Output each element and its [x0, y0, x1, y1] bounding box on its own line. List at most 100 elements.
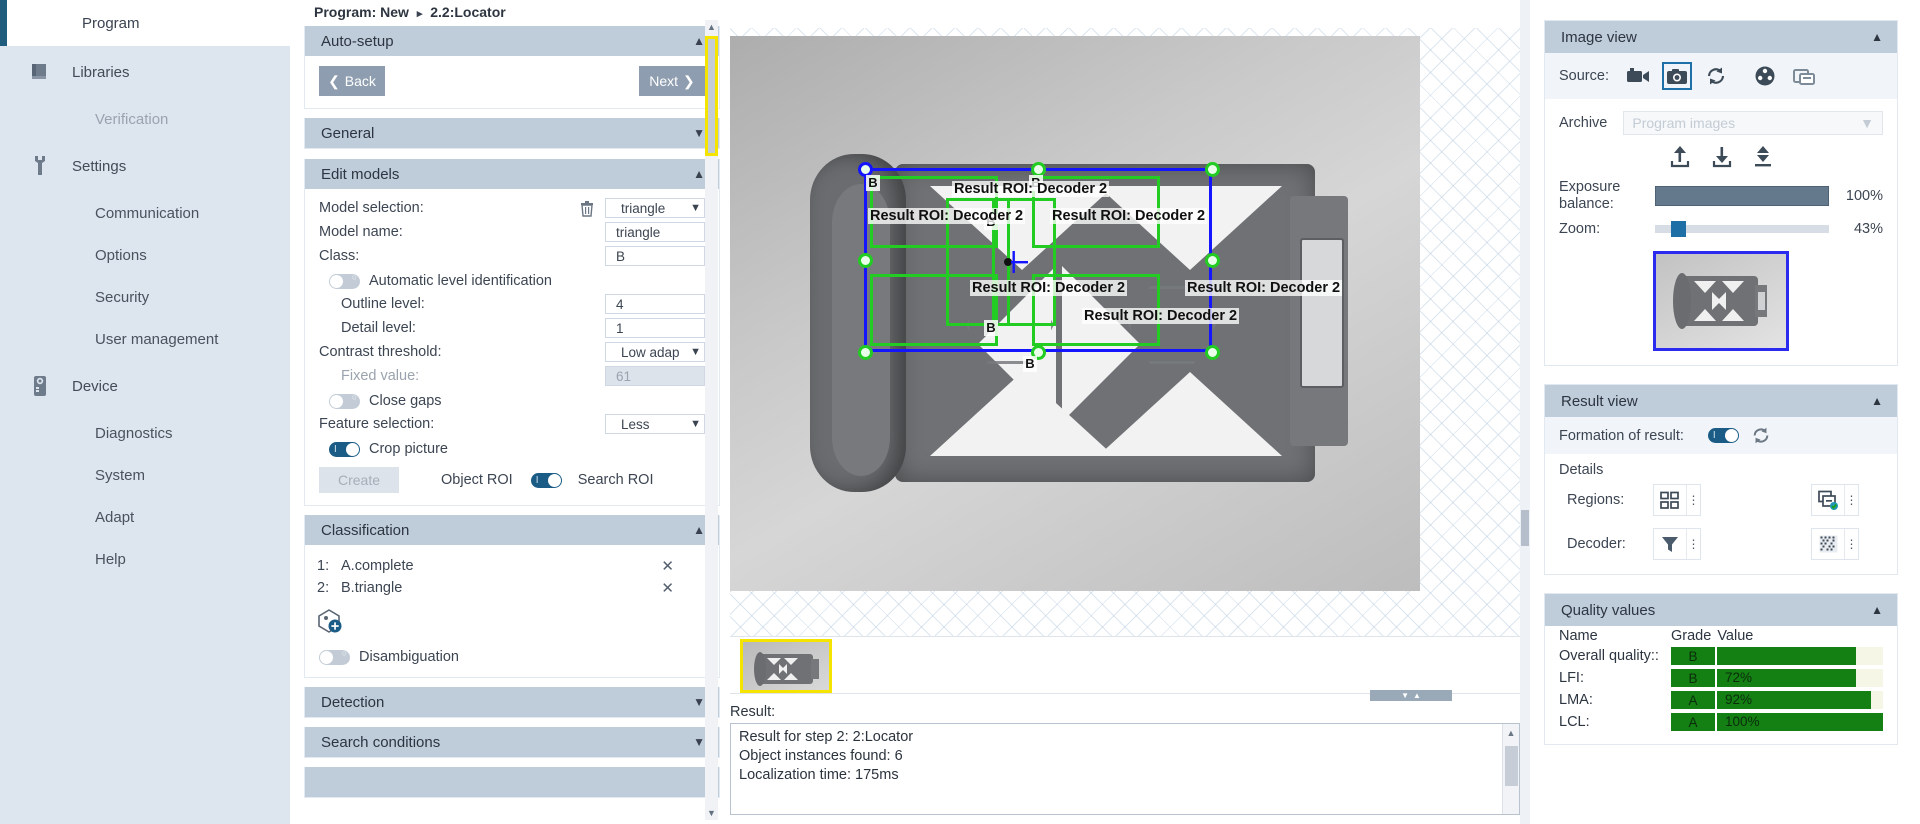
list-item[interactable]: 2: B.triangle ✕	[305, 579, 719, 597]
image-canvas[interactable]: B B B B B Result ROI: Decoder 2 Result R…	[730, 28, 1520, 640]
exposure-balance-slider[interactable]	[1655, 186, 1829, 206]
regions-label: Regions:	[1567, 492, 1625, 508]
sidebar-item-user-management[interactable]: User management	[0, 318, 290, 360]
scrollbar-thumb[interactable]	[705, 36, 718, 156]
sidebar-item-security[interactable]: Security	[0, 276, 290, 318]
next-button[interactable]: Next ❯	[639, 66, 705, 96]
sidebar-item-verification[interactable]: Verification	[0, 98, 290, 140]
zoom-slider-handle[interactable]	[1670, 221, 1686, 237]
sidebar-group-device[interactable]: Device	[0, 360, 290, 412]
sidebar-item-options[interactable]: Options	[0, 234, 290, 276]
sidebar-item-program[interactable]: Program	[0, 0, 290, 46]
config-scrollbar[interactable]: ▲ ▼	[705, 20, 718, 820]
copy-image-icon[interactable]	[1789, 62, 1819, 90]
more-options-icon[interactable]: ⋮	[1686, 485, 1700, 515]
more-options-icon[interactable]: ⋮	[1686, 529, 1700, 559]
chevron-down-icon[interactable]: ▼	[693, 696, 705, 708]
scroll-up-arrow-icon[interactable]: ▲	[1503, 724, 1519, 738]
model-name-input[interactable]: triangle	[605, 222, 705, 242]
image-preview[interactable]	[1653, 251, 1789, 351]
download-icon[interactable]	[1709, 145, 1735, 169]
sidebar-item-system[interactable]: System	[0, 454, 290, 496]
roi-handle[interactable]	[858, 253, 873, 268]
chevron-up-icon[interactable]: ▲	[1413, 691, 1421, 700]
divider-grab-handle[interactable]	[1521, 510, 1529, 546]
panel-quality-values-header[interactable]: Quality values ▲	[1545, 594, 1897, 626]
sidebar-group-libraries[interactable]: Libraries	[0, 46, 290, 98]
chevron-up-icon[interactable]: ▲	[1871, 603, 1883, 617]
video-camera-icon[interactable]	[1623, 62, 1653, 90]
regions-layout-icon[interactable]: ⋮	[1653, 484, 1701, 516]
refresh-icon[interactable]	[1701, 62, 1731, 90]
delete-model-icon[interactable]	[579, 200, 597, 217]
roi-handle[interactable]	[858, 345, 873, 360]
roi-handle[interactable]	[1205, 253, 1220, 268]
film-reel-icon[interactable]	[1750, 62, 1780, 90]
sidebar-group-settings[interactable]: Settings	[0, 140, 290, 192]
panel-general-header[interactable]: General ▼	[305, 118, 719, 148]
formation-of-result-toggle[interactable]	[1707, 428, 1739, 443]
sidebar-item-adapt[interactable]: Adapt	[0, 496, 290, 538]
regions-overlap-check-icon[interactable]: ⋮	[1811, 484, 1859, 516]
result-textarea[interactable]: Result for step 2: 2:Locator Object inst…	[730, 723, 1520, 815]
model-selection-select[interactable]: triangle ▼	[605, 198, 705, 218]
class-input[interactable]: B	[605, 246, 705, 266]
roi-handle[interactable]	[1205, 162, 1220, 177]
scroll-down-arrow-icon[interactable]: ▼	[705, 806, 718, 820]
chevron-up-icon[interactable]: ▲	[1871, 394, 1883, 408]
chevron-up-icon[interactable]: ▲	[693, 524, 705, 536]
panel-image-view-header[interactable]: Image view ▲	[1545, 21, 1897, 53]
row-close-gaps[interactable]: Close gaps	[329, 389, 705, 413]
chevron-down-icon[interactable]: ▼	[693, 736, 705, 748]
chevron-down-icon[interactable]: ▼	[1401, 691, 1409, 700]
archive-label: Archive	[1559, 115, 1608, 131]
chevron-down-icon[interactable]: ▼	[693, 127, 705, 139]
roi-mode-toggle[interactable]	[530, 472, 562, 488]
more-options-icon[interactable]: ⋮	[1844, 485, 1858, 515]
chevron-up-icon[interactable]: ▲	[693, 168, 705, 180]
chevron-up-icon[interactable]: ▲	[693, 35, 705, 47]
contrast-threshold-select[interactable]: Low adapt ▼	[605, 342, 705, 362]
panel-splitter-handle[interactable]: ▼ ▲	[1370, 690, 1452, 701]
filter-funnel-icon[interactable]: ⋮	[1653, 528, 1701, 560]
row-automatic-level-identification[interactable]: Automatic level identification	[329, 269, 705, 293]
more-options-icon[interactable]: ⋮	[1844, 529, 1858, 559]
sidebar-item-communication[interactable]: Communication	[0, 192, 290, 234]
thumbnail-item[interactable]	[740, 639, 832, 693]
automatic-level-toggle[interactable]	[329, 272, 360, 289]
create-button[interactable]: Create	[319, 467, 399, 493]
workspace-divider	[1520, 0, 1530, 824]
datamatrix-icon[interactable]: ⋮	[1811, 528, 1859, 560]
photo-camera-icon[interactable]	[1661, 62, 1692, 90]
detail-level-input[interactable]: 1	[605, 318, 705, 338]
panel-auto-setup-header[interactable]: Auto-setup ▲	[305, 26, 719, 56]
back-button[interactable]: ❮ Back	[319, 66, 385, 96]
transfer-icon[interactable]	[1751, 145, 1775, 169]
panel-classification-header[interactable]: Classification ▲	[305, 515, 719, 545]
chevron-up-icon[interactable]: ▲	[1871, 30, 1883, 44]
refresh-icon[interactable]	[1751, 426, 1771, 445]
sidebar-item-help[interactable]: Help	[0, 538, 290, 580]
panel-search-conditions-header[interactable]: Search conditions ▼	[305, 727, 719, 757]
feature-selection-select[interactable]: Less ▼	[605, 414, 705, 434]
panel-next-collapsed-header[interactable]	[305, 767, 719, 797]
result-scrollbar[interactable]: ▲	[1502, 724, 1519, 814]
panel-detection-header[interactable]: Detection ▼	[305, 687, 719, 717]
add-class-tag-icon[interactable]	[315, 607, 345, 635]
roi-handle[interactable]	[1205, 345, 1220, 360]
disambiguation-toggle[interactable]	[319, 648, 350, 665]
row-disambiguation[interactable]: Disambiguation	[319, 645, 719, 669]
upload-icon[interactable]	[1667, 145, 1693, 169]
crop-picture-toggle[interactable]	[329, 441, 360, 457]
outline-level-input[interactable]: 4	[605, 294, 705, 314]
panel-result-view-header[interactable]: Result view ▲	[1545, 385, 1897, 417]
scrollbar-thumb[interactable]	[1505, 746, 1518, 786]
scroll-up-arrow-icon[interactable]: ▲	[705, 20, 718, 34]
list-item[interactable]: 1: A.complete ✕	[305, 557, 719, 575]
sidebar-item-diagnostics[interactable]: Diagnostics	[0, 412, 290, 454]
row-crop-picture[interactable]: Crop picture	[329, 437, 705, 461]
breadcrumb-program[interactable]: Program: New	[314, 4, 409, 20]
zoom-slider[interactable]	[1655, 221, 1829, 237]
panel-edit-models-header[interactable]: Edit models ▲	[305, 159, 719, 189]
close-gaps-toggle[interactable]	[329, 392, 360, 409]
